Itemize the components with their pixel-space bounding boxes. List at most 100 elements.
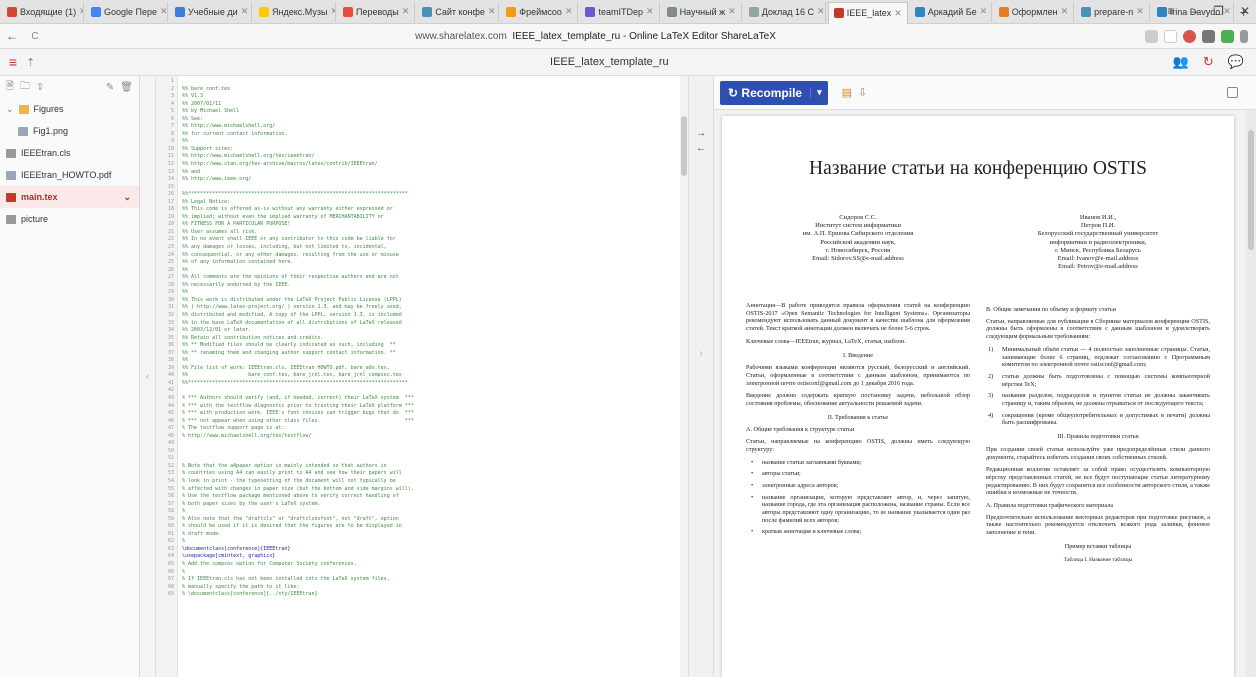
code-line[interactable]: 21 %% User assumes all risk. <box>156 229 686 237</box>
browser-tab[interactable]: teamITDep ✕ <box>580 1 660 22</box>
close-tab-icon[interactable]: ✕ <box>399 6 410 17</box>
code-line[interactable]: 50 <box>156 448 686 456</box>
browser-tab[interactable]: Входящие (1)✕ <box>2 1 84 22</box>
splitter-handle-icon[interactable]: › <box>699 348 702 359</box>
code-line[interactable]: 22 %% In no event shall IEEE or any contr… <box>156 236 686 244</box>
code-line[interactable]: 36 %% ** Modified files should be clearly… <box>156 342 686 350</box>
code-line[interactable]: 49 <box>156 440 686 448</box>
logs-icon[interactable]: ▤ <box>842 86 852 99</box>
menu-icon[interactable]: ≡ <box>0 54 26 70</box>
code-line[interactable]: 69 % \documentclass[conference]{../sty/IE… <box>156 591 686 599</box>
code-line[interactable]: 41 %%************************************… <box>156 380 686 388</box>
project-title[interactable]: IEEE_latex_template_ru <box>46 56 1173 68</box>
browser-tab[interactable]: Научный ж ✕ <box>662 1 742 22</box>
browser-tab[interactable]: Сайт конфе ✕ <box>417 1 500 22</box>
reload-icon[interactable]: C <box>24 31 46 42</box>
collapse-sidebar-handle[interactable]: ‹ <box>140 76 156 677</box>
code-line[interactable]: 10 %% Support sites: <box>156 146 686 154</box>
code-line[interactable]: 56 % Use the testflow package mentioned a… <box>156 493 686 501</box>
browser-tab[interactable]: prepare-n ✕ <box>1076 1 1150 22</box>
browser-tab[interactable]: Оформлен ✕ <box>994 1 1075 22</box>
close-tab-icon[interactable]: ✕ <box>977 6 988 17</box>
back-arrow-icon[interactable]: ← <box>0 29 24 43</box>
code-line[interactable]: 37 %% ** renaming them and changing autho… <box>156 350 686 358</box>
code-line[interactable]: 15 <box>156 184 686 192</box>
code-line[interactable]: 13 %% and <box>156 169 686 177</box>
code-line[interactable]: 57 % both paper sizes by the user's LaTeX… <box>156 501 686 509</box>
upload-icon[interactable]: ⇪ <box>36 82 44 93</box>
browser-tab[interactable]: Учебные ди ✕ <box>170 1 252 22</box>
code-line[interactable]: 34 %% 2003/12/01 or later. <box>156 327 686 335</box>
browser-menu-button[interactable]: ≡ <box>1167 4 1174 18</box>
code-line[interactable]: 3 %% V1.3 <box>156 93 686 101</box>
code-line[interactable]: 45 % *** with production work. IEEE's fon… <box>156 410 686 418</box>
code-line[interactable]: 47 % The testflow support page is at: <box>156 425 686 433</box>
code-line[interactable]: 18 %% This code is offered as-is without … <box>156 206 686 214</box>
code-line[interactable]: 6 %% See: <box>156 116 686 124</box>
extension-adblock-icon[interactable] <box>1183 29 1196 43</box>
download-icon[interactable] <box>1240 29 1248 43</box>
pane-splitter[interactable]: → ← › <box>688 76 714 677</box>
extension-icon[interactable] <box>1202 29 1215 43</box>
code-line[interactable]: 31 %% ( http://www.latex-project.org/ ) v… <box>156 304 686 312</box>
file-tree-item[interactable]: IEEEtran.cls <box>0 142 139 164</box>
code-line[interactable]: 30 %% This work is distributed under the … <box>156 297 686 305</box>
sync-to-code-icon[interactable]: ← <box>696 143 706 154</box>
pdf-preview[interactable]: Название статьи на конференцию OSTIS Сид… <box>714 110 1256 677</box>
browser-tab[interactable]: Фреймсоо ✕ <box>501 1 579 22</box>
code-editor[interactable]: 1 2 %% bare_conf.tex 3 %% V1.3 4 %% 2007/01/11… <box>156 76 688 677</box>
code-line[interactable]: 9%% <box>156 138 686 146</box>
close-tab-icon[interactable]: ✕ <box>76 6 83 17</box>
browser-tab[interactable]: Яндекс.Музы✕ <box>254 1 336 22</box>
code-line[interactable]: 20 %% FITNESS FOR A PARTICULAR PURPOSE! <box>156 221 686 229</box>
code-line[interactable]: 5 %% by Michael Shell <box>156 108 686 116</box>
code-line[interactable]: 39 %% File list of work: IEEEtran.cls, IE… <box>156 365 686 373</box>
reader-icon[interactable] <box>1145 29 1158 43</box>
code-line[interactable]: 1 <box>156 78 686 86</box>
code-line[interactable]: 59 % Also note that the "draftcls" or "dr… <box>156 516 686 524</box>
code-line[interactable]: 40 %% bare_conf.tex, bare_jrnl.tex, bare_… <box>156 372 686 380</box>
code-line[interactable]: 24 %% consequential, or any other damages… <box>156 252 686 260</box>
sync-to-pdf-icon[interactable]: → <box>696 128 706 139</box>
recompile-button[interactable]: ↻ Recompile ▾ <box>720 80 828 105</box>
history-icon[interactable]: ↻ <box>1203 54 1214 70</box>
editor-scrollbar[interactable] <box>680 76 688 677</box>
expand-pdf-icon[interactable] <box>1227 87 1238 98</box>
close-window-button[interactable]: ✕ <box>1240 4 1250 18</box>
code-line[interactable]: 65 % Add the compsoc option for Computer … <box>156 561 686 569</box>
code-line[interactable]: 61 % draft mode. <box>156 531 686 539</box>
close-tab-icon[interactable]: ✕ <box>238 6 249 17</box>
close-tab-icon[interactable]: ✕ <box>485 6 496 17</box>
code-line[interactable]: 46 % *** not appear when using other clas… <box>156 418 686 426</box>
recompile-dropdown-icon[interactable]: ▾ <box>810 87 828 98</box>
code-line[interactable]: 12 %% http://www.ctan.org/tex-archive/mac… <box>156 161 686 169</box>
code-line[interactable]: 64 \usepackage[cmintext, graphicx} <box>156 553 686 561</box>
download-pdf-icon[interactable]: ⇩ <box>858 86 867 99</box>
pdf-scroll-thumb[interactable] <box>1248 130 1254 250</box>
chat-icon[interactable]: 💬 <box>1228 54 1244 70</box>
extension-green-icon[interactable] <box>1221 29 1234 43</box>
code-line[interactable]: 67 % If IEEEtran.cls has not been install… <box>156 576 686 584</box>
code-line[interactable]: 53 % countries using A4 can easily print … <box>156 470 686 478</box>
browser-tab[interactable]: Google Пере ✕ <box>86 1 168 22</box>
code-line[interactable]: 44 % *** with the testflow diagnostic pri… <box>156 403 686 411</box>
code-line[interactable]: 19 %% implied; without even the implied w… <box>156 214 686 222</box>
code-line[interactable]: 7 %% http://www.michaelshell.org/ <box>156 123 686 131</box>
close-tab-icon[interactable]: ✕ <box>1133 6 1144 17</box>
code-line[interactable]: 52 % Note that the a4paper option is main… <box>156 463 686 471</box>
code-line[interactable]: 58% <box>156 508 686 516</box>
code-line[interactable]: 35 %% Retain all contribution notices and… <box>156 335 686 343</box>
code-line[interactable]: 43 % *** Authors should verify (and, if n… <box>156 395 686 403</box>
file-tree-item[interactable]: Fig1.png <box>0 120 139 142</box>
code-line[interactable]: 23 %% any damages or losses, including, b… <box>156 244 686 252</box>
code-line[interactable]: 29%% <box>156 289 686 297</box>
code-line[interactable]: 55 % affected with changes in paper size … <box>156 486 686 494</box>
browser-tab[interactable]: Аркадий Бе ✕ <box>910 1 992 22</box>
code-line[interactable]: 66% <box>156 569 686 577</box>
new-folder-icon[interactable]: 🗀 <box>20 79 30 96</box>
close-tab-icon[interactable]: ✕ <box>562 6 573 17</box>
code-line[interactable]: 32 %% distributed and modified. A copy of… <box>156 312 686 320</box>
browser-tab[interactable]: Доклад 16 С ✕ <box>744 1 826 22</box>
pdf-scrollbar[interactable] <box>1246 110 1256 677</box>
code-line[interactable]: 11 %% http://www.michaelshell.org/tex/iee… <box>156 153 686 161</box>
